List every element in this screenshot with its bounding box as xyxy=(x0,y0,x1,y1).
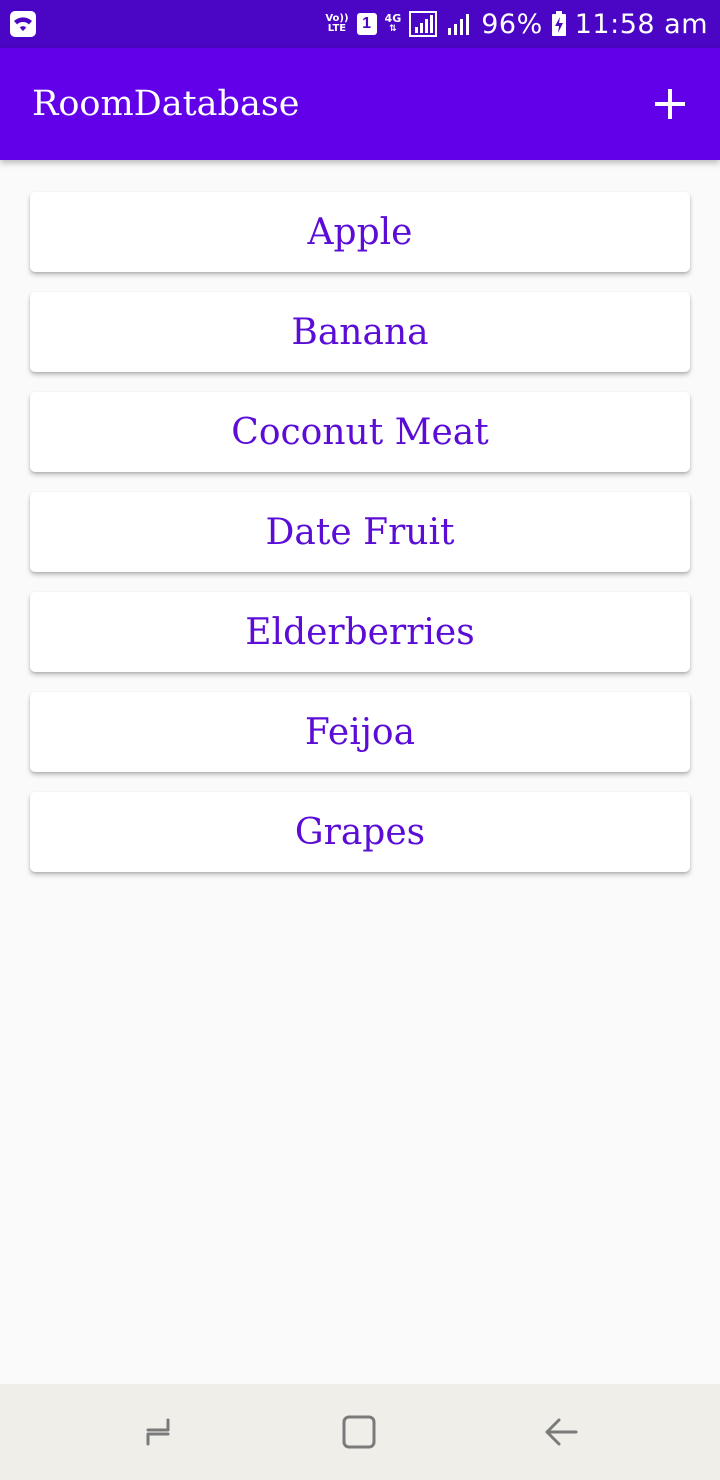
signal-icon xyxy=(409,11,438,37)
network-label: 4G xyxy=(384,12,402,25)
volte-indicator: Vo)) LTE xyxy=(325,14,348,34)
list-item-label: Apple xyxy=(307,211,413,253)
home-button[interactable] xyxy=(335,1408,383,1456)
list-item[interactable]: Coconut Meat xyxy=(30,392,690,472)
list-item[interactable]: Banana xyxy=(30,292,690,372)
network-type: 4G ⇅ xyxy=(384,12,402,34)
list-item[interactable]: Date Fruit xyxy=(30,492,690,572)
app-bar: RoomDatabase xyxy=(0,48,720,160)
list-item[interactable]: Elderberries xyxy=(30,592,690,672)
battery-charging-icon xyxy=(551,11,566,36)
data-arrows-icon: ⇅ xyxy=(389,24,397,34)
recent-apps-icon xyxy=(146,1418,170,1446)
navigation-bar xyxy=(0,1384,720,1480)
sim-slot-badge: 1 xyxy=(356,13,377,35)
list-item-label: Feijoa xyxy=(304,711,416,753)
status-bar: Vo)) LTE 1 4G ⇅ 96% 11:58 am xyxy=(0,0,720,48)
volte-bottom-label: LTE xyxy=(327,23,347,34)
home-icon xyxy=(342,1415,376,1449)
clock: 11:58 am xyxy=(574,8,708,40)
list-item-label: Elderberries xyxy=(245,611,475,653)
signal-strength-icon xyxy=(448,14,470,35)
battery-percent: 96% xyxy=(481,8,543,40)
back-icon xyxy=(545,1418,578,1446)
status-icons: Vo)) LTE 1 4G ⇅ 96% 11:58 am xyxy=(325,0,708,48)
add-button[interactable] xyxy=(642,76,698,132)
recent-apps-button[interactable] xyxy=(134,1408,182,1456)
wifi-icon xyxy=(10,11,36,37)
list-item-label: Grapes xyxy=(294,811,426,853)
list-item-label: Date Fruit xyxy=(265,511,455,553)
back-button[interactable] xyxy=(537,1408,585,1456)
app-title: RoomDatabase xyxy=(32,84,300,124)
list-item[interactable]: Apple xyxy=(30,192,690,272)
list-item-label: Coconut Meat xyxy=(231,411,489,453)
fruit-list: Apple Banana Coconut Meat Date Fruit Eld… xyxy=(30,192,690,892)
list-item[interactable]: Grapes xyxy=(30,792,690,872)
list-item-label: Banana xyxy=(291,311,429,353)
plus-icon xyxy=(655,89,685,119)
list-item[interactable]: Feijoa xyxy=(30,692,690,772)
